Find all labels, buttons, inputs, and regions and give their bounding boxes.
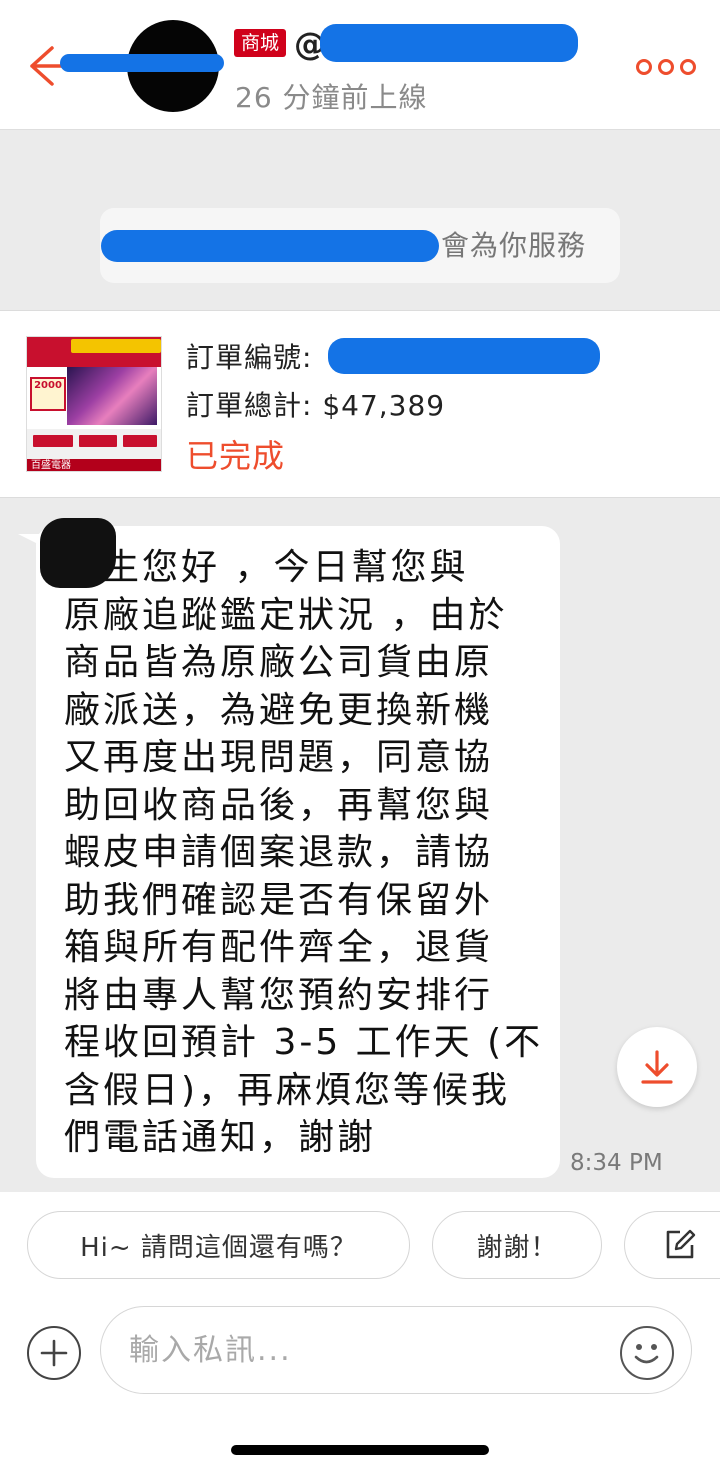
name-redaction [40, 518, 116, 588]
emoji-button[interactable] [620, 1326, 674, 1380]
message-line: 將由專人幫您預約安排行 [64, 974, 494, 1016]
thumb-brand: 百盛電器 [31, 460, 71, 471]
message-line: 含假日)，再麻煩您等候我 [64, 1069, 511, 1111]
plus-icon [40, 1339, 68, 1367]
order-number-redaction [328, 338, 600, 374]
quick-reply-2[interactable]: 謝謝！ [432, 1211, 602, 1279]
message-line: 程收回預計 3-5 工作天 (不 [64, 1022, 544, 1063]
thumb-badge: 2000 [30, 377, 66, 411]
attach-button[interactable] [27, 1326, 81, 1380]
message-line: 又再度出現問題，同意協 [64, 737, 494, 778]
quick-reply-1[interactable]: Hi~ 請問這個還有嗎？ [27, 1211, 410, 1279]
product-thumbnail[interactable]: 2000 百盛電器 [26, 336, 162, 472]
scroll-down-button[interactable] [617, 1027, 697, 1107]
message-input[interactable] [100, 1306, 692, 1394]
emoji-icon [634, 1344, 659, 1364]
redaction-mark [60, 54, 224, 72]
last-seen-status: 26 分鐘前上線 [235, 81, 428, 114]
order-status: 已完成 [186, 437, 286, 475]
more-dots-icon [636, 59, 652, 75]
home-indicator [231, 1445, 489, 1455]
message-line: 廠派送，為避免更換新機 [64, 689, 494, 731]
message-line: 蝦皮申請個案退款，請協 [64, 832, 494, 873]
message-line: 助回收商品後，再幫您與 [64, 784, 494, 826]
edit-icon [666, 1229, 696, 1259]
tv-image [67, 367, 157, 425]
message-line: 箱與所有配件齊全，退貨 [64, 927, 494, 968]
message-time: 8:34 PM [570, 1150, 663, 1176]
shop-name-redaction [320, 24, 578, 62]
message-line: 們電話通知，謝謝 [64, 1117, 377, 1158]
order-number-label: 訂單編號: [186, 341, 313, 374]
download-icon [641, 1050, 673, 1084]
notice-text: 會為你服務 [441, 229, 587, 262]
message-line: 先生您好 ，今日幫您與 [64, 547, 469, 588]
message-text: 先生您好 ，今日幫您與 原廠追蹤鑑定狀況 ，由於 商品皆為原廠公司貨由原 廠派送，為避… [64, 544, 544, 1162]
message-line: 助我們確認是否有保留外 [64, 879, 494, 921]
notice-redaction [101, 230, 439, 262]
mall-badge: 商城 [234, 29, 287, 57]
message-line: 原廠追蹤鑑定狀況 ，由於 [64, 594, 508, 636]
more-options-button[interactable] [636, 54, 696, 80]
edit-quick-replies-button[interactable] [624, 1211, 720, 1279]
order-total: 訂單總計: $47,389 [186, 389, 446, 422]
message-line: 商品皆為原廠公司貨由原 [64, 642, 494, 683]
